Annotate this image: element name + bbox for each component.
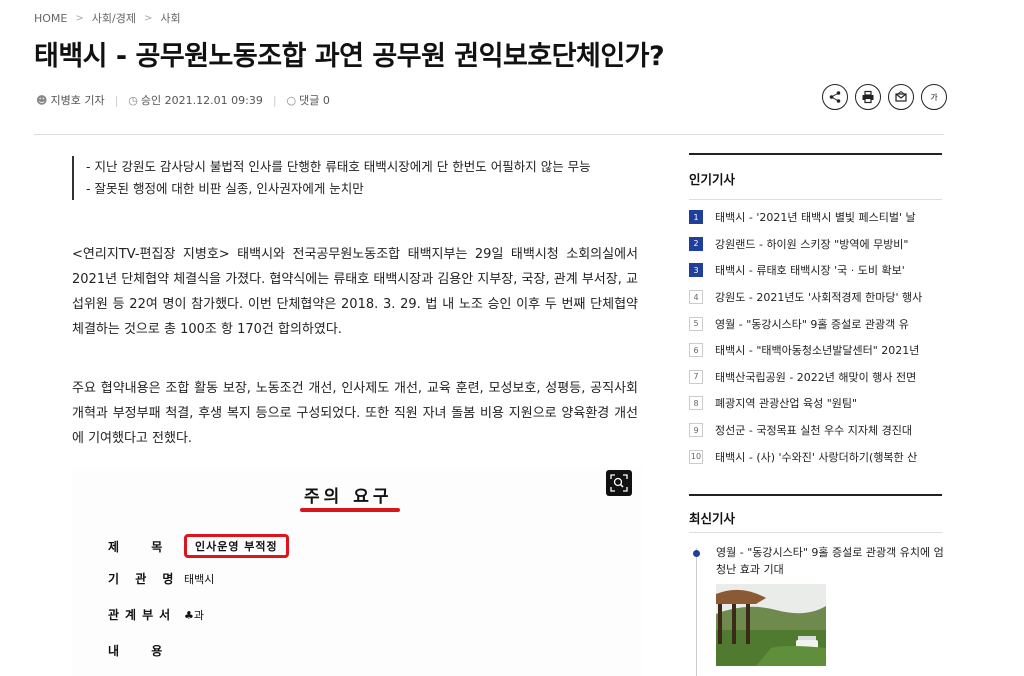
popular-articles: 인기기사 1 태백시 - '2021년 태백시 별빛 페스티벌' 날 2 강원랜드 … [689,153,942,470]
share-icon [829,91,841,103]
document-row: 기 관 명 태백시 [108,570,214,587]
print-icon [862,90,874,104]
document-row: 내 용 [108,642,184,659]
article-summary: - 지난 강원도 감사당시 불법적 인사를 단행한 류태호 태백시장에게 단 한… [72,156,642,200]
golf-course-image [716,584,826,666]
document-image: 주의 요구 제 목 인사운영 부적정 기 관 명 태백시 관계부서 ♣과 내 용 [72,468,642,676]
article-paragraph: <연리지TV-편집장 지병호> 태백시와 전국공무원노동조합 태백지부는 29일… [72,247,638,337]
latest-article-link[interactable]: 영월 - "동강시스타" 9홀 증설로 관광객 유치에 엄청난 효과 기대 [716,544,944,578]
rank-badge: 10 [689,449,703,464]
email-icon [895,90,907,102]
list-item[interactable]: 10 태백시 - (사) '수와진' 사랑더하기(행복한 산 [689,443,942,470]
summary-line: - 잘못된 행정에 대한 비판 실종, 인사권자에게 눈치만 [86,181,364,196]
magnify-icon [610,474,628,492]
rank-badge: 1 [689,210,703,225]
list-item[interactable]: 5 영월 - "동강시스타" 9홀 증설로 관광객 유 [689,310,942,337]
approved-date: ◷ 승인 2021.12.01 09:39 [128,94,263,107]
row-value: 태백시 [184,572,215,586]
rank-badge: 5 [689,316,703,331]
list-item[interactable]: 8 폐광지역 관광산업 육성 "원팀" [689,390,942,417]
popular-heading: 인기기사 [689,153,942,199]
rank-badge: 9 [689,423,703,438]
latest-heading: 최신기사 [689,494,942,527]
rank-badge: 3 [689,263,703,278]
row-value: 인사운영 부적정 [184,534,289,558]
row-label: 기 관 명 [108,572,180,586]
breadcrumb-category[interactable]: 사회/경제 [92,10,136,26]
font-size-button[interactable]: 가 [921,84,947,110]
breadcrumb: HOME > 사회/경제 > 사회 [34,10,181,26]
page-title: 태백시 - 공무원노동조합 과연 공무원 권익보호단체인가? [34,41,665,72]
breadcrumb-subcategory[interactable]: 사회 [160,10,180,26]
comment-icon: ○ [286,94,297,107]
email-button[interactable] [888,84,914,110]
list-item[interactable]: 2 강원랜드 - 하이원 스키장 "방역에 무방비" [689,231,942,258]
rank-badge: 2 [689,236,703,251]
heading-underline [300,508,400,512]
popular-list: 1 태백시 - '2021년 태백시 별빛 페스티벌' 날 2 강원랜드 - 하이원… [689,200,942,470]
rank-badge: 7 [689,369,703,384]
rank-badge: 6 [689,343,703,358]
chevron-right-icon: > [143,12,153,24]
summary-line: - 지난 강원도 감사당시 불법적 인사를 단행한 류태호 태백시장에게 단 한… [86,159,591,174]
share-toolbar: 가 [822,84,947,110]
divider: | [272,93,277,107]
timeline-dot [693,550,700,557]
list-item[interactable]: 6 태백시 - "태백아동청소년발달센터" 2021년 [689,337,942,364]
document-row: 관계부서 ♣과 [108,606,204,623]
document-row: 제 목 인사운영 부적정 [108,534,289,558]
list-item[interactable]: 3 태백시 - 류태호 태백시장 '국 · 도비 확보' [689,257,942,284]
list-item[interactable]: 7 태백산국립공원 - 2022년 해맞이 행사 전면 [689,364,942,391]
print-button[interactable] [855,84,881,110]
header-divider [34,134,944,135]
latest-divider [689,532,942,533]
article-paragraph: 주요 협약내용은 조합 활동 보장, 노동조건 개선, 인사제도 개선, 교육 … [72,381,638,446]
breadcrumb-home[interactable]: HOME [34,12,67,25]
row-label: 제 목 [108,539,177,554]
list-item[interactable]: 4 강원도 - 2021년도 '사회적경제 한마당' 행사 [689,284,942,311]
divider: | [114,93,119,107]
comment-count[interactable]: ○ 댓글 0 [287,92,330,108]
zoom-button[interactable] [606,470,632,496]
share-button[interactable] [822,84,848,110]
latest-article-thumbnail[interactable] [716,584,826,666]
document-heading: 주의 요구 [304,487,393,507]
timeline-line [696,548,697,676]
row-label: 내 용 [108,644,177,658]
row-label: 관계부서 [108,608,177,622]
article-meta: ☻ 지병호 기자 | ◷ 승인 2021.12.01 09:39 | ○ 댓글 0 [36,92,330,108]
chevron-right-icon: > [75,12,84,24]
rank-badge: 8 [689,396,703,411]
rank-badge: 4 [689,290,703,305]
clock-icon: ◷ [128,94,138,107]
list-item[interactable]: 9 정선군 - 국정목표 실천 우수 지자체 경진대 [689,417,942,444]
row-value: ♣과 [184,608,204,622]
author: ☻ 지병호 기자 [36,94,105,107]
user-icon: ☻ [36,94,48,107]
list-item[interactable]: 1 태백시 - '2021년 태백시 별빛 페스티벌' 날 [689,204,942,231]
